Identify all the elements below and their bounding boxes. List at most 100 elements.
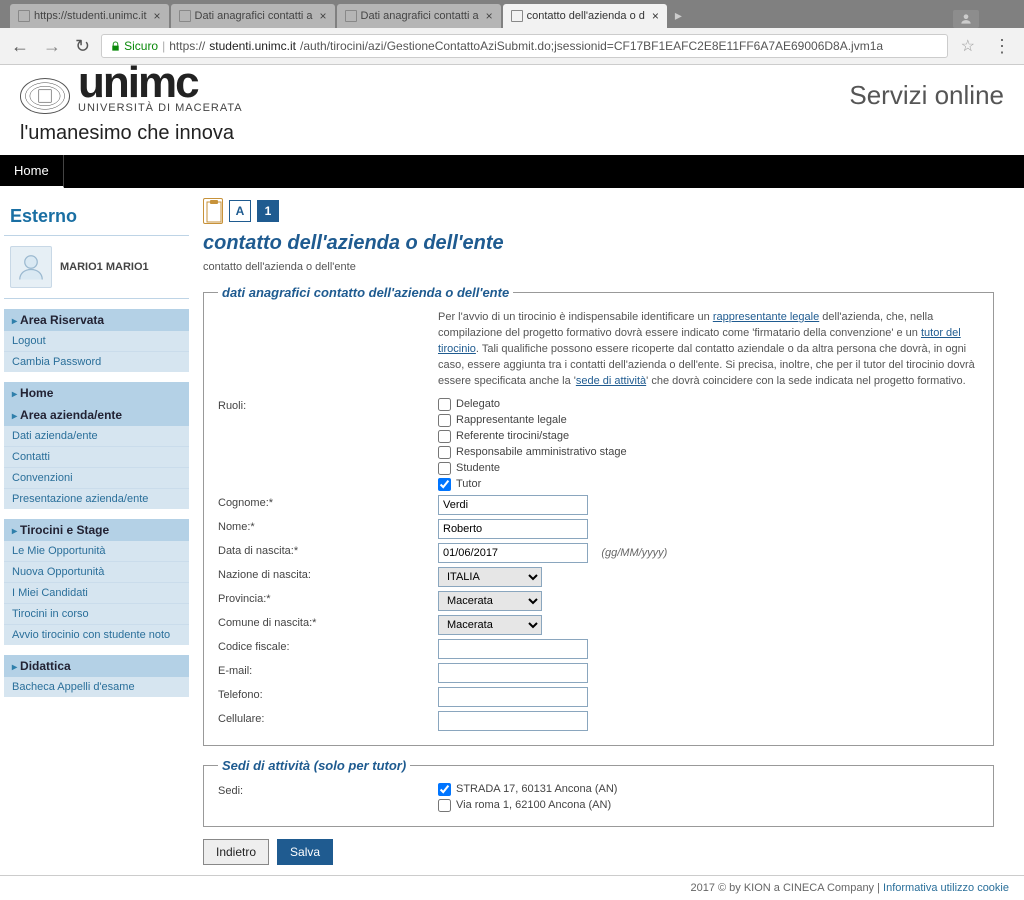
fieldset-legend-sedi: Sedi di attività (solo per tutor)	[218, 758, 410, 773]
date-hint: (gg/MM/yyyy)	[601, 547, 667, 559]
sidebar-item-bacheca-appelli[interactable]: Bacheca Appelli d'esame	[4, 677, 189, 697]
lock-icon	[110, 41, 121, 52]
link-sede-attivita[interactable]: sede di attività	[576, 375, 646, 387]
input-cognome[interactable]	[438, 495, 588, 515]
check-referente[interactable]: Referente tirocini/stage	[438, 430, 979, 443]
checkbox-tutor[interactable]	[438, 478, 451, 491]
check-delegato[interactable]: Delegato	[438, 398, 979, 411]
avatar-icon	[10, 246, 52, 288]
main-content: A 1 contatto dell'azienda o dell'ente co…	[193, 188, 1024, 875]
new-tab-button[interactable]: ▸	[669, 3, 688, 28]
sidebar-item-tirocini-corso[interactable]: Tirocini in corso	[4, 603, 189, 624]
sidebar-item-presentazione[interactable]: Presentazione azienda/ente	[4, 488, 189, 509]
check-tutor[interactable]: Tutor	[438, 478, 979, 491]
link-rappresentante-legale[interactable]: rappresentante legale	[713, 311, 819, 323]
close-icon[interactable]: ×	[320, 9, 327, 23]
reload-button[interactable]: ↻	[72, 36, 93, 57]
sidebar-header-area-azienda[interactable]: Area azienda/ente	[4, 404, 189, 426]
sidebar-item-avvio-tirocinio[interactable]: Avvio tirocinio con studente noto	[4, 624, 189, 645]
forward-button[interactable]: →	[40, 36, 64, 57]
save-button[interactable]: Salva	[277, 839, 333, 865]
checkbox-referente[interactable]	[438, 430, 451, 443]
input-data-nascita[interactable]	[438, 543, 588, 563]
user-badge[interactable]	[953, 10, 979, 28]
tagline: l'umanesimo che innova	[20, 122, 243, 145]
checkbox-responsabile[interactable]	[438, 446, 451, 459]
url-host: studenti.unimc.it	[209, 39, 296, 53]
breadcrumb: A 1	[203, 198, 994, 224]
sidebar-item-nuova-opportunita[interactable]: Nuova Opportunità	[4, 561, 189, 582]
browser-tab-3[interactable]: contatto dell'azienda o d ×	[503, 4, 667, 28]
close-icon[interactable]: ×	[652, 9, 659, 23]
url-prefix: https://	[169, 39, 205, 53]
sidebar-item-miei-candidati[interactable]: I Miei Candidati	[4, 582, 189, 603]
browser-menu-icon[interactable]: ⋮	[988, 36, 1016, 57]
sidebar-item-contatti[interactable]: Contatti	[4, 446, 189, 467]
select-nazione[interactable]: ITALIA	[438, 567, 542, 587]
footer-cookie-link[interactable]: Informativa utilizzo cookie	[883, 882, 1009, 894]
input-nome[interactable]	[438, 519, 588, 539]
checkbox-studente[interactable]	[438, 462, 451, 475]
label-ruoli: Ruoli:	[218, 398, 438, 412]
select-comune[interactable]: Macerata	[438, 615, 542, 635]
fieldset-sedi: Sedi di attività (solo per tutor) Sedi: …	[203, 758, 994, 827]
page-title: contatto dell'azienda o dell'ente	[203, 232, 994, 255]
checkbox-sede-1[interactable]	[438, 799, 451, 812]
university-seal-icon	[20, 78, 70, 114]
brand-name: unimc	[78, 65, 243, 100]
ruoli-checkboxes: Delegato Rappresentante legale Referente…	[438, 398, 979, 491]
check-rappresentante[interactable]: Rappresentante legale	[438, 414, 979, 427]
sidebar-header-tirocini[interactable]: Tirocini e Stage	[4, 519, 189, 541]
clipboard-icon[interactable]	[203, 198, 223, 224]
browser-tab-2[interactable]: Dati anagrafici contatti a ×	[337, 4, 501, 28]
label-comune: Comune di nascita:*	[218, 615, 438, 629]
back-button[interactable]: ←	[8, 36, 32, 57]
profile-box: MARIO1 MARIO1	[4, 240, 189, 294]
tabs-bar: https://studenti.unimc.it × Dati anagraf…	[0, 0, 1024, 28]
bookmark-star-icon[interactable]: ☆	[956, 36, 980, 56]
sidebar-item-dati-azienda[interactable]: Dati azienda/ente	[4, 426, 189, 446]
sidebar-item-mie-opportunita[interactable]: Le Mie Opportunità	[4, 541, 189, 561]
input-telefono[interactable]	[438, 687, 588, 707]
tab-title: Dati anagrafici contatti a	[195, 10, 313, 22]
checkbox-delegato[interactable]	[438, 398, 451, 411]
breadcrumb-step-a[interactable]: A	[229, 200, 251, 222]
button-row: Indietro Salva	[203, 839, 994, 865]
sidebar-item-logout[interactable]: Logout	[4, 331, 189, 351]
checkbox-rappresentante[interactable]	[438, 414, 451, 427]
url-field[interactable]: Sicuro | https://studenti.unimc.it/auth/…	[101, 34, 948, 58]
select-provincia[interactable]: Macerata	[438, 591, 542, 611]
label-cognome: Cognome:*	[218, 495, 438, 509]
sedi-checkboxes: STRADA 17, 60131 Ancona (AN) Via roma 1,…	[438, 783, 979, 812]
check-sede-0[interactable]: STRADA 17, 60131 Ancona (AN)	[438, 783, 979, 796]
page-icon	[345, 10, 357, 22]
sidebar-item-home[interactable]: Home	[4, 382, 189, 404]
sidebar-item-convenzioni[interactable]: Convenzioni	[4, 467, 189, 488]
sidebar: Esterno MARIO1 MARIO1 Area Riservata Log…	[0, 188, 193, 875]
breadcrumb-step-1[interactable]: 1	[257, 200, 279, 222]
checkbox-sede-0[interactable]	[438, 783, 451, 796]
servizi-online-label: Servizi online	[849, 80, 1004, 111]
close-icon[interactable]: ×	[486, 9, 493, 23]
intro-text: Per l'avvio di un tirocinio è indispensa…	[218, 310, 979, 390]
close-icon[interactable]: ×	[154, 9, 161, 23]
browser-tab-1[interactable]: Dati anagrafici contatti a ×	[171, 4, 335, 28]
check-studente[interactable]: Studente	[438, 462, 979, 475]
page-icon	[511, 10, 523, 22]
label-data-nascita: Data di nascita:*	[218, 543, 438, 557]
nav-home-link[interactable]: Home	[0, 155, 64, 188]
sidebar-item-cambia-password[interactable]: Cambia Password	[4, 351, 189, 372]
label-cf: Codice fiscale:	[218, 639, 438, 653]
page-icon	[179, 10, 191, 22]
fieldset-dati-anagrafici: dati anagrafici contatto dell'azienda o …	[203, 285, 994, 746]
browser-tab-0[interactable]: https://studenti.unimc.it ×	[10, 4, 169, 28]
input-email[interactable]	[438, 663, 588, 683]
input-cellulare[interactable]	[438, 711, 588, 731]
check-sede-1[interactable]: Via roma 1, 62100 Ancona (AN)	[438, 799, 979, 812]
sidebar-header-didattica[interactable]: Didattica	[4, 655, 189, 677]
back-button[interactable]: Indietro	[203, 839, 269, 865]
check-responsabile[interactable]: Responsabile amministrativo stage	[438, 446, 979, 459]
sidebar-title: Esterno	[10, 206, 189, 227]
sidebar-header-area-riservata[interactable]: Area Riservata	[4, 309, 189, 331]
input-cf[interactable]	[438, 639, 588, 659]
